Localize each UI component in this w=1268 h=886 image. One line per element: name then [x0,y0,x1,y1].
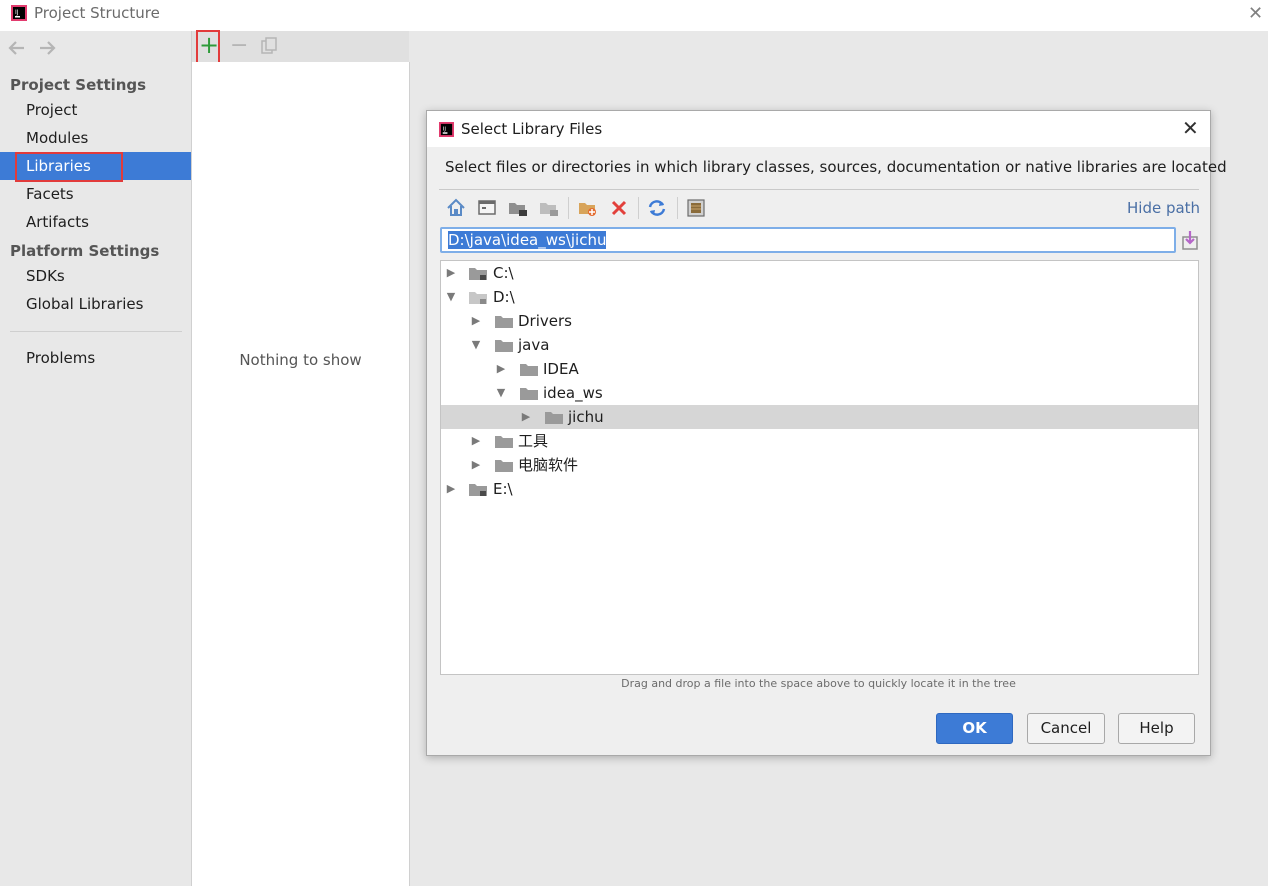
svg-text:IJ: IJ [443,126,447,132]
folder-icon [495,316,513,328]
new-folder-icon[interactable] [577,197,599,219]
window-title: Project Structure [34,4,160,22]
project-folder-icon[interactable] [507,197,529,219]
collapse-arrow-icon[interactable]: ▼ [445,285,457,309]
module-folder-icon[interactable] [538,197,560,219]
tree-row-jichu[interactable]: ▶ jichu [441,405,1198,429]
select-library-files-dialog: IJ Select Library Files ✕ Select files o… [426,110,1227,756]
copy-icon[interactable] [260,37,278,55]
dialog-description: Select files or directories in which lib… [445,158,1227,176]
empty-list-message: Nothing to show [239,351,362,369]
sidebar-item-project[interactable]: Project [0,96,191,124]
expand-arrow-icon[interactable]: ▶ [520,405,532,429]
folder-icon [520,364,538,376]
expand-arrow-icon[interactable]: ▶ [470,309,482,333]
toolbar-divider [677,197,678,219]
drag-drop-hint: Drag and drop a file into the space abov… [621,677,1016,690]
delete-icon[interactable] [608,197,630,219]
library-list-toolbar [192,31,409,62]
highlight-box-libraries [15,152,123,182]
toolbar-divider [568,197,569,219]
dialog-title: Select Library Files [461,120,603,138]
sidebar-item-sdks[interactable]: SDKs [0,262,191,290]
collapse-arrow-icon[interactable]: ▼ [495,381,507,405]
expand-arrow-icon[interactable]: ▶ [495,357,507,381]
drive-icon [469,484,487,496]
collapse-arrow-icon[interactable]: ▼ [470,333,482,357]
expand-arrow-icon[interactable]: ▶ [445,261,457,285]
platform-settings-heading: Platform Settings [10,242,160,260]
folder-icon [545,412,563,424]
window-close-icon[interactable]: ✕ [1248,3,1263,24]
tree-row-software[interactable]: ▶ 电脑软件 [441,453,1198,477]
desktop-icon[interactable] [476,197,498,219]
show-hidden-icon[interactable] [685,197,707,219]
dialog-divider [439,189,1199,190]
tree-row-idea-ws[interactable]: ▼ idea_ws [441,381,1198,405]
intellij-logo-icon: IJ [11,5,27,21]
file-tree[interactable]: ▶ C:\ ▼ D:\ ▶ Drivers ▼ java ▶ IDEA ▼ id… [440,260,1199,675]
cancel-button[interactable]: Cancel [1027,713,1105,744]
folder-icon [520,388,538,400]
ok-button[interactable]: OK [936,713,1013,744]
sidebar-item-modules[interactable]: Modules [0,124,191,152]
toolbar-divider [638,197,639,219]
help-button[interactable]: Help [1118,713,1195,744]
folder-icon [495,460,513,472]
arrow-left-icon[interactable] [8,40,26,56]
hide-path-link[interactable]: Hide path [1127,199,1200,217]
expand-arrow-icon[interactable]: ▶ [445,477,457,501]
expand-arrow-icon[interactable]: ▶ [470,429,482,453]
intellij-logo-icon: IJ [439,122,454,137]
tree-row-tools[interactable]: ▶ 工具 [441,429,1198,453]
tree-row-e-drive[interactable]: ▶ E:\ [441,477,1198,501]
project-settings-heading: Project Settings [10,76,147,94]
tree-row-idea[interactable]: ▶ IDEA [441,357,1198,381]
path-field-value: D:\java\idea_ws\jichu [448,231,607,249]
drive-icon [469,268,487,280]
expand-arrow-icon[interactable]: ▶ [470,453,482,477]
folder-icon [495,436,513,448]
home-icon[interactable] [445,197,467,219]
library-list-panel [192,62,410,886]
download-icon[interactable] [1181,229,1199,251]
window-title-bar: IJ Project Structure ✕ [0,0,1268,31]
refresh-icon[interactable] [646,197,668,219]
sidebar-item-problems[interactable]: Problems [0,344,191,372]
dialog-title-bar: IJ Select Library Files ✕ [427,111,1210,147]
sidebar-divider [10,331,182,332]
path-field[interactable]: D:\java\idea_ws\jichu [440,227,1176,253]
tree-row-drivers[interactable]: ▶ Drivers [441,309,1198,333]
folder-icon [495,340,513,352]
drive-icon [469,292,487,304]
dialog-close-icon[interactable]: ✕ [1182,116,1199,140]
arrow-right-icon[interactable] [38,40,56,56]
tree-row-d-drive[interactable]: ▼ D:\ [441,285,1198,309]
remove-library-icon[interactable]: − [230,33,248,58]
sidebar-item-artifacts[interactable]: Artifacts [0,208,191,236]
svg-text:IJ: IJ [15,9,19,16]
sidebar-item-global-libraries[interactable]: Global Libraries [0,290,191,318]
tree-row-java[interactable]: ▼ java [441,333,1198,357]
tree-row-c-drive[interactable]: ▶ C:\ [441,261,1198,285]
sidebar-item-facets[interactable]: Facets [0,180,191,208]
